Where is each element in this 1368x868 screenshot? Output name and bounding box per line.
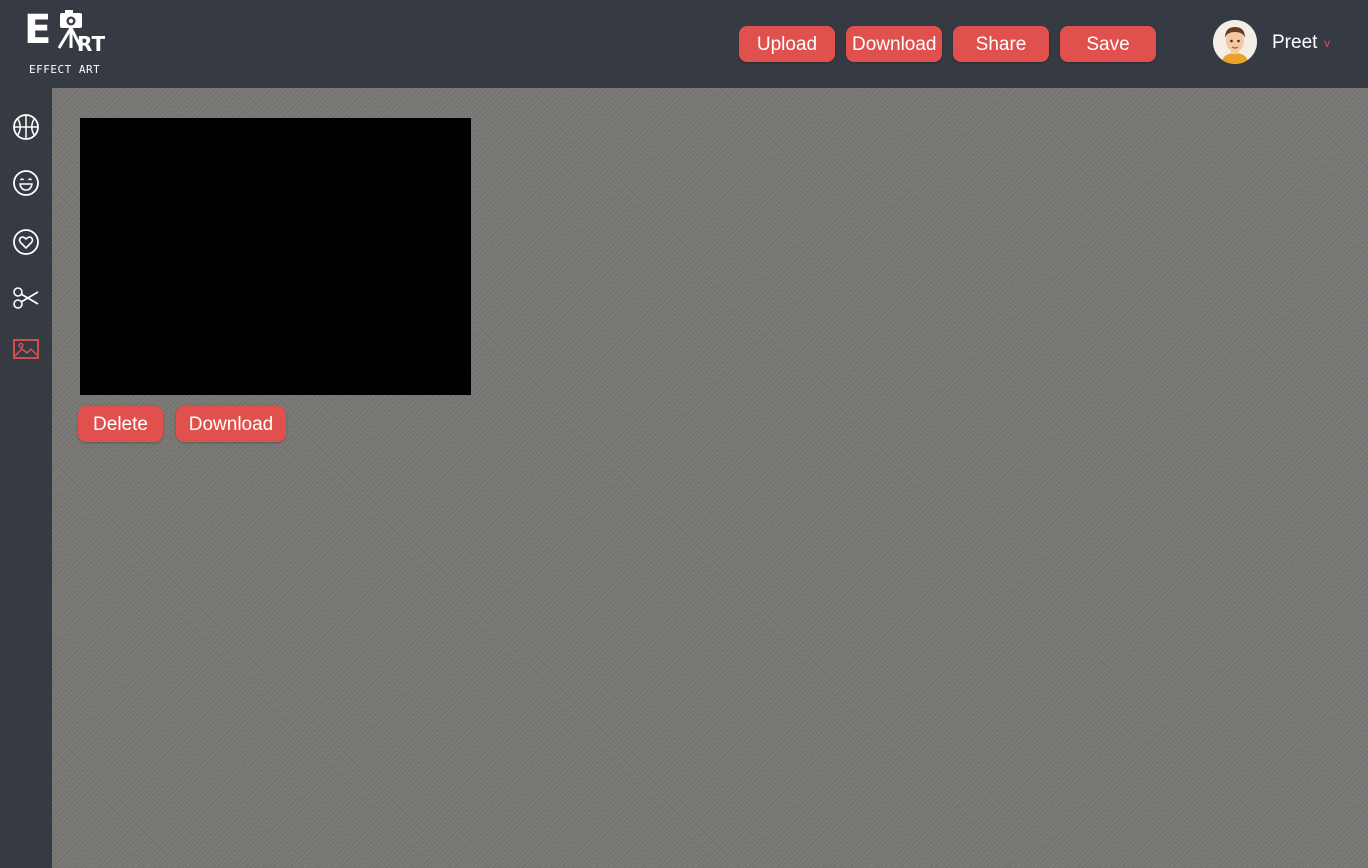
avatar[interactable] bbox=[1213, 20, 1257, 64]
user-name[interactable]: Preet bbox=[1272, 31, 1317, 55]
heart-icon bbox=[13, 229, 39, 255]
user-menu-chevron-down-icon[interactable]: v bbox=[1324, 36, 1330, 50]
scissors-icon bbox=[13, 287, 39, 309]
logo-caption: EFFECT ART bbox=[29, 63, 101, 76]
sidebar-item-cut[interactable] bbox=[11, 283, 41, 313]
sidebar bbox=[0, 88, 52, 868]
logo-letters-rt: RT bbox=[77, 32, 106, 56]
save-button[interactable]: Save bbox=[1060, 26, 1156, 62]
top-bar: E RT EFFECT ART Upload Download Share Sa… bbox=[0, 0, 1368, 88]
image-icon bbox=[13, 339, 39, 359]
effect-art-logo[interactable]: E RT EFFECT ART bbox=[22, 8, 112, 78]
sidebar-item-gallery[interactable] bbox=[11, 334, 41, 364]
smiley-icon bbox=[13, 170, 39, 196]
basketball-icon bbox=[13, 114, 39, 140]
delete-button[interactable]: Delete bbox=[78, 406, 163, 442]
image-download-button[interactable]: Download bbox=[176, 406, 286, 442]
sidebar-item-emoji[interactable] bbox=[11, 168, 41, 198]
upload-button[interactable]: Upload bbox=[739, 26, 835, 62]
logo-letter-e: E bbox=[24, 7, 52, 53]
image-preview[interactable] bbox=[80, 118, 471, 395]
share-button[interactable]: Share bbox=[953, 26, 1049, 62]
sidebar-item-favorites[interactable] bbox=[11, 227, 41, 257]
sidebar-item-sports[interactable] bbox=[11, 112, 41, 142]
user-avatar-icon bbox=[1213, 20, 1257, 64]
download-button[interactable]: Download bbox=[846, 26, 942, 62]
